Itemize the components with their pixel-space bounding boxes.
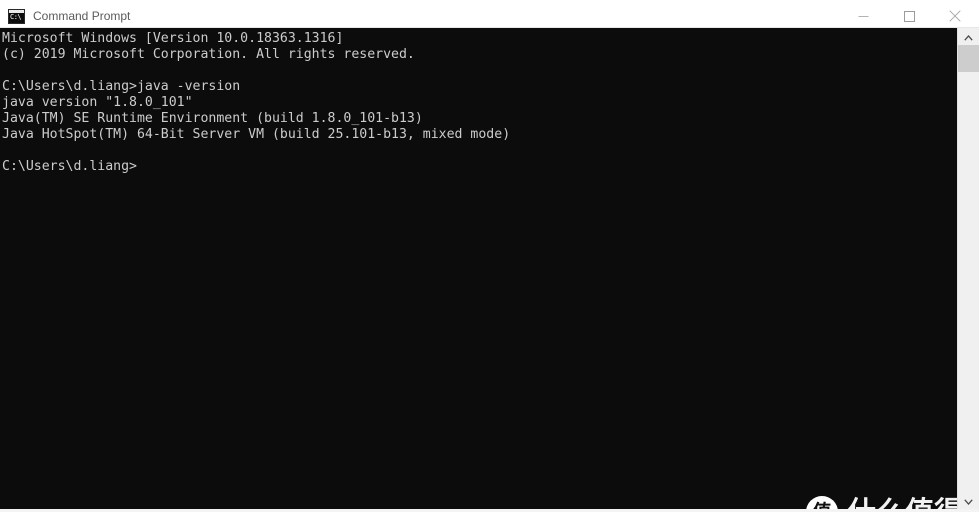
console-output-area[interactable]: Microsoft Windows [Version 10.0.18363.13… bbox=[0, 28, 957, 509]
command-prompt-window: — ——— ————— —— ———— ————————————————————… bbox=[0, 0, 979, 512]
minimize-icon bbox=[858, 15, 868, 17]
close-button[interactable] bbox=[932, 5, 978, 27]
scroll-up-button[interactable] bbox=[958, 28, 979, 45]
chevron-down-icon bbox=[964, 499, 973, 505]
maximize-icon bbox=[903, 10, 915, 22]
minimize-button[interactable] bbox=[840, 5, 886, 27]
cmd-icon: C:\ bbox=[8, 9, 25, 24]
watermark: 值 什么值得买 bbox=[806, 492, 957, 509]
chevron-up-icon bbox=[964, 35, 973, 41]
console-text: Microsoft Windows [Version 10.0.18363.13… bbox=[2, 31, 511, 174]
watermark-text: 什么值得买 bbox=[847, 496, 957, 509]
cmd-icon-label: C:\ bbox=[10, 13, 22, 21]
vertical-scrollbar[interactable] bbox=[957, 28, 979, 509]
maximize-button[interactable] bbox=[886, 5, 932, 27]
close-icon bbox=[949, 10, 961, 22]
window-title: Command Prompt bbox=[33, 9, 131, 23]
title-bar[interactable]: C:\ Command Prompt bbox=[0, 5, 979, 28]
scroll-thumb[interactable] bbox=[958, 45, 979, 72]
watermark-logo-icon: 值 bbox=[806, 496, 838, 509]
scroll-down-button[interactable] bbox=[958, 492, 979, 509]
scroll-track[interactable] bbox=[958, 72, 979, 492]
